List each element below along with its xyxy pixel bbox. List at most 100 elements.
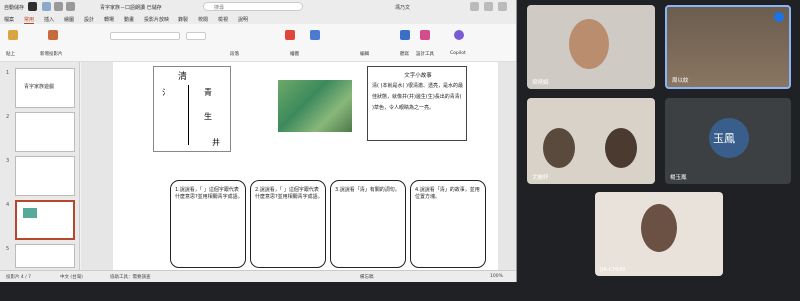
menu-design[interactable]: 設計	[84, 16, 94, 23]
notes-button[interactable]: 備忘稿	[360, 274, 374, 280]
paste-icon[interactable]	[8, 30, 18, 40]
language-indicator[interactable]: 中文 (台灣)	[60, 274, 83, 280]
menu-file[interactable]: 檔案	[4, 16, 14, 23]
font-size-select[interactable]	[186, 32, 206, 40]
char-part-sheng: 生	[204, 112, 212, 121]
thumb-number-5: 5	[6, 246, 10, 252]
autosave-toggle[interactable]	[28, 2, 37, 11]
character-breakdown-panel: 清 氵 青 生 井	[153, 66, 231, 152]
slide-counter: 投影片 4 / 7	[6, 275, 32, 280]
shapes-icon[interactable]	[285, 30, 295, 40]
ribbon-new-slide-label: 新增投影片	[40, 52, 63, 57]
taskbar-strip	[0, 282, 517, 301]
story-scroll: 文字小故事 清( )本就是水( )很清澈、透亮，是水的最佳狀態，就像井(井)邊生…	[367, 66, 467, 141]
slide-canvas-area: 清 氵 青 生 井 文字小故事 清( )本就是水( )很清澈、透亮，是水的最佳狀…	[81, 62, 516, 270]
participant-video-left	[543, 128, 575, 168]
slide-thumb-3[interactable]	[15, 156, 75, 196]
autosave-label[interactable]: 自動儲存	[4, 4, 24, 11]
clear-water-photo	[278, 80, 352, 132]
menu-home[interactable]: 常用	[24, 16, 35, 24]
ribbon: 貼上 新增投影片 段落 繪圖 編輯 聽寫 設計工具 Copilot	[0, 24, 516, 62]
question-card-1[interactable]: 1.說說看，「 」這個字跟代表什麼意思?並用相關青字成語。	[170, 180, 246, 268]
question-4-text: 4.說說看「清」的故事，並用位置方塊。	[415, 187, 480, 200]
font-select[interactable]	[110, 32, 180, 40]
menu-animations[interactable]: 動畫	[124, 16, 134, 23]
powerpoint-window: 自動儲存 青字家族－口語朗讀 已儲存 搜尋 馮乃文 檔案 常用 插入 繪圖 設計…	[0, 0, 517, 282]
search-input[interactable]: 搜尋	[203, 2, 303, 11]
user-name[interactable]: 馮乃文	[395, 4, 410, 11]
avatar: 玉鳳	[709, 118, 749, 158]
participant-tile-1[interactable]: 梁晴娟	[527, 5, 655, 89]
question-card-3[interactable]: 3.說說看「清」有關的詞句。	[330, 180, 406, 268]
new-slide-icon[interactable]	[48, 30, 58, 40]
participant-name-5: JIA-CHUN	[600, 267, 625, 273]
thumb-number-4: 4	[6, 202, 10, 208]
status-bar: 投影片 4 / 7 中文 (台灣) 協助工具：需要調查 備忘稿 100%	[0, 270, 516, 282]
story-title: 文字小故事	[404, 73, 432, 79]
ribbon-designer-label: 設計工具	[416, 52, 434, 57]
ribbon-paragraph-label: 段落	[230, 52, 239, 57]
participant-video-right	[605, 128, 637, 168]
redo-icon[interactable]	[66, 2, 75, 11]
participant-name-3: 尤麗妤	[532, 175, 549, 181]
participant-tile-5[interactable]: JIA-CHUN	[595, 192, 723, 276]
divider-line	[188, 85, 189, 145]
zoom-level[interactable]: 100%	[490, 274, 503, 279]
menu-draw[interactable]: 繪圖	[64, 16, 74, 23]
menu-slideshow[interactable]: 投影片放映	[144, 16, 169, 23]
char-part-water: 氵	[162, 88, 170, 97]
copilot-icon[interactable]	[454, 30, 464, 40]
ribbon-paste-label: 貼上	[6, 52, 15, 57]
maximize-icon[interactable]	[484, 2, 493, 11]
video-call-panel: 梁晴娟 周以紋 尤麗妤 玉鳳 楊玉鳳 JIA-CHUN	[517, 0, 800, 301]
menu-help[interactable]: 說明	[238, 16, 248, 23]
dictate-icon[interactable]	[400, 30, 410, 40]
ribbon-draw-label: 繪圖	[290, 52, 299, 57]
slide1-title: 青字家族遊戲	[24, 84, 55, 90]
slide-thumb-5[interactable]	[15, 244, 75, 268]
minimize-icon[interactable]	[470, 2, 479, 11]
participant-video	[641, 204, 677, 252]
search-placeholder: 搜尋	[214, 5, 225, 11]
menu-view[interactable]: 檢視	[218, 16, 228, 23]
menu-record[interactable]: 錄製	[178, 16, 188, 23]
save-icon[interactable]	[42, 2, 51, 11]
undo-icon[interactable]	[54, 2, 63, 11]
participant-name-2: 周以紋	[672, 78, 689, 84]
accessibility-status[interactable]: 協助工具：需要調查	[110, 274, 151, 280]
menu-insert[interactable]: 插入	[44, 16, 54, 23]
menu-bar: 檔案 常用 插入 繪圖 設計 轉場 動畫 投影片放映 錄製 校閱 檢視 說明	[0, 13, 516, 24]
arrange-icon[interactable]	[310, 30, 320, 40]
participant-name-1: 梁晴娟	[532, 80, 549, 86]
thumb-number-1: 1	[6, 70, 10, 76]
participant-tile-4[interactable]: 玉鳳 楊玉鳳	[665, 98, 791, 184]
designer-icon[interactable]	[420, 30, 430, 40]
ribbon-edit-label: 編輯	[360, 52, 369, 57]
main-character: 清	[178, 72, 188, 82]
thumb-number-3: 3	[6, 158, 10, 164]
close-icon[interactable]	[498, 2, 507, 11]
question-card-4[interactable]: 4.說說看「清」的故事，並用位置方塊。	[410, 180, 486, 268]
slide-thumb-4[interactable]	[15, 200, 75, 240]
char-part-qing: 青	[204, 88, 212, 97]
avatar-initials: 玉鳳	[713, 132, 735, 145]
menu-transitions[interactable]: 轉場	[104, 16, 114, 23]
slide: 清 氵 青 生 井 文字小故事 清( )本就是水( )很清澈、透亮，是水的最佳狀…	[113, 62, 498, 270]
question-1-text: 1.說說看，「 」這個字跟代表什麼意思?並用相關青字成語。	[175, 187, 243, 200]
menu-review[interactable]: 校閱	[198, 16, 208, 23]
slide-thumb-2[interactable]	[15, 112, 75, 152]
participant-tile-3[interactable]: 尤麗妤	[527, 98, 655, 184]
slide-thumb-1[interactable]: 青字家族遊戲	[15, 68, 75, 108]
story-body: 清( )本就是水( )很清澈、透亮，是水的最佳狀態，就像井(井)邊生(生)長出的…	[372, 83, 463, 111]
question-3-text: 3.說說看「清」有關的詞句。	[335, 187, 400, 193]
thumb-image	[23, 208, 37, 218]
question-2-text: 2.說說看，「 」這個字跟代表什麼意思?並用相關青字成語。	[255, 187, 323, 200]
title-bar: 自動儲存 青字家族－口語朗讀 已儲存 搜尋 馮乃文	[0, 0, 516, 13]
participant-tile-2[interactable]: 周以紋	[665, 5, 791, 89]
slide-thumbnail-pane: 1 青字家族遊戲 2 3 4 5	[0, 62, 80, 270]
thumb-number-2: 2	[6, 114, 10, 120]
question-card-2[interactable]: 2.說說看，「 」這個字跟代表什麼意思?並用相關青字成語。	[250, 180, 326, 268]
ribbon-dictate-label: 聽寫	[400, 52, 409, 57]
participant-video	[569, 19, 609, 69]
speaking-indicator-icon	[774, 12, 784, 22]
